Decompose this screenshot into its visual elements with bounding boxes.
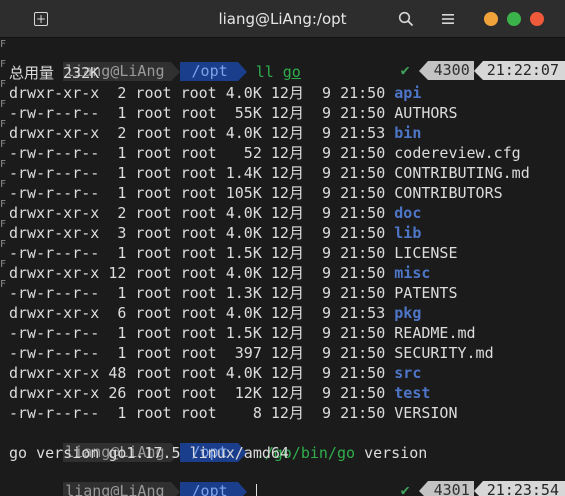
title-bar[interactable]: + liang@LiAng:/opt <box>0 0 565 38</box>
success-check-icon: ✔ <box>400 61 410 79</box>
close-button[interactable] <box>530 12 544 26</box>
file-meta: -rw-r--r-- 1 root root 8 12月 9 21:50 <box>9 404 395 422</box>
maximize-button[interactable] <box>507 12 521 26</box>
right-prompt-3: ✔ 4301 21:23:54 <box>346 462 565 496</box>
listing-row: drwxr-xr-x 2 root root 4.0K 12月 9 21:53 … <box>9 123 421 143</box>
file-meta: drwxr-xr-x 2 root root 4.0K 12月 9 21:50 <box>9 204 395 222</box>
hamburger-menu-icon <box>442 14 454 24</box>
listing-row: -rw-r--r-- 1 root root 8 12月 9 21:50 VER… <box>9 403 457 423</box>
listing-row: drwxr-xr-x 6 root root 4.0K 12月 9 21:53 … <box>9 303 421 323</box>
gutter-glyph: F <box>0 59 7 70</box>
file-name: CONTRIBUTING.md <box>394 164 530 182</box>
gutter-glyph: F <box>0 99 7 110</box>
file-meta: drwxr-xr-x 2 root root 4.0K 12月 9 21:50 <box>9 84 395 102</box>
file-name: SECURITY.md <box>394 344 494 362</box>
listing-row: drwxr-xr-x 2 root root 4.0K 12月 9 21:50 … <box>9 203 421 223</box>
directory-name: api <box>394 84 422 102</box>
prompt-line-3[interactable]: liang@LiAng/opt <box>9 462 257 496</box>
file-meta: -rw-r--r-- 1 root root 1.4K 12月 9 21:50 <box>9 164 395 182</box>
directory-name: lib <box>394 224 422 242</box>
listing-row: drwxr-xr-x 12 root root 4.0K 12月 9 21:50… <box>9 263 430 283</box>
gutter-glyph: F <box>0 159 7 170</box>
file-name: VERSION <box>394 404 458 422</box>
directory-name: src <box>394 364 422 382</box>
menu-button[interactable] <box>438 9 458 29</box>
file-name: AUTHORS <box>394 104 458 122</box>
version-output: go version go1.17.5 linux/amd64 <box>9 444 289 462</box>
file-name: README.md <box>394 324 476 342</box>
file-meta: drwxr-xr-x 48 root root 4.0K 12月 9 21:50 <box>9 364 395 382</box>
total-line: 总用量 232K <box>9 64 100 82</box>
command-arg: version <box>364 444 428 462</box>
file-name: LICENSE <box>394 244 458 262</box>
terminal-window: + liang@LiAng:/opt F F F F F F F F F F F… <box>0 0 565 496</box>
gutter-glyph: F <box>0 219 7 230</box>
listing-row: -rw-r--r-- 1 root root 105K 12月 9 21:50 … <box>9 183 503 203</box>
listing-row: drwxr-xr-x 2 root root 4.0K 12月 9 21:50 … <box>9 83 421 103</box>
file-meta: -rw-r--r-- 1 root root 55K 12月 9 21:50 <box>9 104 395 122</box>
file-meta: -rw-r--r-- 1 root root 52 12月 9 21:50 <box>9 144 395 162</box>
search-button[interactable] <box>396 9 416 29</box>
right-prompt-1: ✔ 4300 21:22:07 <box>346 42 565 80</box>
file-name: codereview.cfg <box>394 144 521 162</box>
success-check-icon: ✔ <box>400 481 410 496</box>
listing-row: drwxr-xr-x 3 root root 4.0K 12月 9 21:50 … <box>9 223 421 243</box>
directory-name: pkg <box>394 304 422 322</box>
file-meta: -rw-r--r-- 1 root root 1.3K 12月 9 21:50 <box>9 284 395 302</box>
gutter-glyph: F <box>0 239 7 250</box>
file-name: PATENTS <box>394 284 458 302</box>
gutter-glyph: F <box>0 79 7 90</box>
gutter-glyph: F <box>0 259 7 270</box>
gutter-glyph: F <box>0 199 7 210</box>
listing-row: -rw-r--r-- 1 root root 1.4K 12月 9 21:50 … <box>9 163 530 183</box>
prompt-time: 21:23:54 <box>482 481 565 496</box>
prompt-line-2: liang@LiAng/opt ./go/bin/go version <box>9 423 427 462</box>
file-meta: drwxr-xr-x 3 root root 4.0K 12月 9 21:50 <box>9 224 395 242</box>
file-meta: -rw-r--r-- 1 root root 397 12月 9 21:50 <box>9 344 395 362</box>
gutter-glyph: F <box>0 179 7 190</box>
gutter-glyph: F <box>0 39 7 50</box>
prompt-line-1: liang@LiAng/opt ll go <box>9 42 301 81</box>
directory-name: doc <box>394 204 422 222</box>
prompt-time: 21:22:07 <box>482 61 565 80</box>
file-meta: drwxr-xr-x 12 root root 4.0K 12月 9 21:50 <box>9 264 395 282</box>
text-cursor[interactable] <box>255 484 257 496</box>
command-arg: go <box>282 63 301 81</box>
listing-row: -rw-r--r-- 1 root root 55K 12月 9 21:50 A… <box>9 103 457 123</box>
gutter-glyph: F <box>0 139 7 150</box>
window-title: liang@LiAng:/opt <box>218 10 347 28</box>
listing-row: -rw-r--r-- 1 root root 52 12月 9 21:50 co… <box>9 143 521 163</box>
listing-row: drwxr-xr-x 26 root root 12K 12月 9 21:50 … <box>9 383 430 403</box>
terminal-output[interactable]: F F F F F F F F F F F F F liang@LiAng/op… <box>0 40 565 496</box>
prompt-user: liang@LiAng <box>63 482 171 496</box>
directory-name: misc <box>394 264 431 282</box>
gutter-glyph: F <box>0 279 7 290</box>
listing-row: -rw-r--r-- 1 root root 1.3K 12月 9 21:50 … <box>9 283 457 303</box>
file-meta: -rw-r--r-- 1 root root 105K 12月 9 21:50 <box>9 184 395 202</box>
minimize-button[interactable] <box>484 12 498 26</box>
history-number: 4301 <box>427 481 474 496</box>
search-icon <box>398 11 414 27</box>
file-meta: drwxr-xr-x 2 root root 4.0K 12月 9 21:53 <box>9 124 395 142</box>
file-meta: drwxr-xr-x 26 root root 12K 12月 9 21:50 <box>9 384 395 402</box>
listing-row: -rw-r--r-- 1 root root 1.5K 12月 9 21:50 … <box>9 243 457 263</box>
file-name: CONTRIBUTORS <box>394 184 503 202</box>
directory-name: test <box>394 384 431 402</box>
listing-row: drwxr-xr-x 48 root root 4.0K 12月 9 21:50… <box>9 363 421 383</box>
command-name: ll <box>255 63 274 81</box>
prompt-path: /opt <box>179 62 238 81</box>
gutter-glyph: F <box>0 119 7 130</box>
prompt-path: /opt <box>179 482 238 496</box>
file-meta: -rw-r--r-- 1 root root 1.5K 12月 9 21:50 <box>9 244 395 262</box>
file-meta: drwxr-xr-x 6 root root 4.0K 12月 9 21:53 <box>9 304 395 322</box>
history-number: 4300 <box>427 61 474 80</box>
file-meta: -rw-r--r-- 1 root root 1.5K 12月 9 21:50 <box>9 324 395 342</box>
listing-row: -rw-r--r-- 1 root root 397 12月 9 21:50 S… <box>9 343 494 363</box>
listing-row: -rw-r--r-- 1 root root 1.5K 12月 9 21:50 … <box>9 323 476 343</box>
directory-name: bin <box>394 124 422 142</box>
